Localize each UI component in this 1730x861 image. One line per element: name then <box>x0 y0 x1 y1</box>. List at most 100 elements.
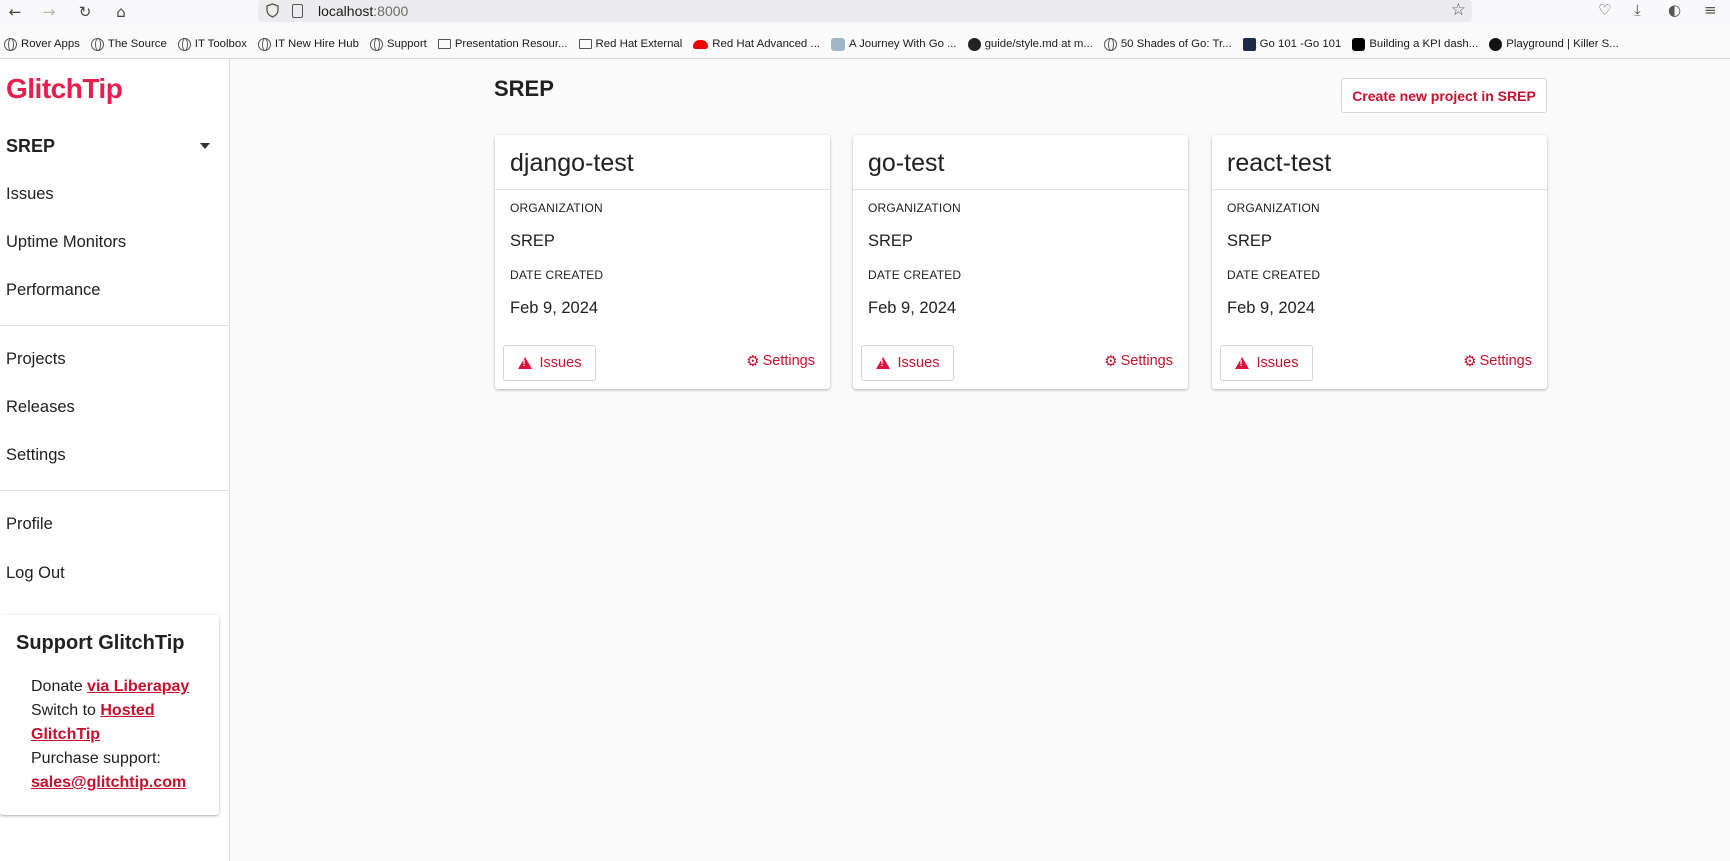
nav-log-out[interactable]: Log Out <box>6 564 65 583</box>
bookmark-item[interactable]: Red Hat Advanced ... <box>693 38 820 50</box>
nav-performance[interactable]: Performance <box>6 281 100 300</box>
home-icon[interactable]: ⌂ <box>110 2 132 22</box>
nav-divider <box>0 325 229 326</box>
issues-button-label: Issues <box>1256 355 1299 371</box>
date-created-label: DATE CREATED <box>510 268 604 282</box>
donate-label: Donate <box>31 678 88 695</box>
date-created-value: Feb 9, 2024 <box>510 299 599 317</box>
organization-label: ORGANIZATION <box>510 201 603 215</box>
bookmark-item[interactable]: Red Hat External <box>578 38 683 50</box>
github-icon <box>967 37 981 51</box>
org-selector[interactable]: SREP <box>6 136 212 157</box>
bookmark-item[interactable]: Building a KPI dash... <box>1352 37 1479 51</box>
project-settings-link[interactable]: ⚙ Settings <box>746 352 815 370</box>
folder-icon <box>578 39 592 49</box>
bookmark-label: Support <box>386 38 427 50</box>
purchase-label: Purchase support: <box>31 750 161 767</box>
menu-icon[interactable]: ≡ <box>1704 1 1717 19</box>
nav-profile[interactable]: Profile <box>6 515 53 534</box>
bookmark-item[interactable]: Rover Apps <box>4 37 80 51</box>
sales-email-link[interactable]: sales@glitchtip.com <box>31 774 186 791</box>
page-title: SREP <box>494 76 554 101</box>
bookmark-label: A Journey With Go ... <box>848 38 957 50</box>
warning-icon <box>1234 357 1249 369</box>
bookmark-label: guide/style.md at m... <box>984 38 1093 50</box>
chevron-down-icon[interactable] <box>200 143 210 149</box>
sidebar: GlitchTip SREP Issues Uptime Monitors Pe… <box>0 59 230 861</box>
nav-divider <box>0 490 229 491</box>
issues-button-label: Issues <box>539 355 582 371</box>
bookmark-item[interactable]: Presentation Resour... <box>437 38 568 50</box>
date-created-label: DATE CREATED <box>1227 268 1321 282</box>
nav-issues[interactable]: Issues <box>6 185 54 204</box>
bookmark-item[interactable]: Playground | Killer S... <box>1489 37 1619 51</box>
project-card: django-test ORGANIZATION SREP DATE CREAT… <box>495 135 830 389</box>
date-created-value: Feb 9, 2024 <box>868 299 957 317</box>
address-bar[interactable]: localhost:8000 ☆ <box>258 0 1472 22</box>
bookmark-label: Building a KPI dash... <box>1369 38 1479 50</box>
bookmark-item[interactable]: A Journey With Go ... <box>830 37 957 51</box>
nav-uptime-monitors[interactable]: Uptime Monitors <box>6 233 126 252</box>
bookmark-item[interactable]: The Source <box>90 37 167 51</box>
date-created-value: Feb 9, 2024 <box>1227 299 1316 317</box>
project-issues-button[interactable]: Issues <box>503 345 596 381</box>
warning-icon <box>875 357 890 369</box>
extension-icon[interactable]: ◐ <box>1668 1 1681 19</box>
project-issues-button[interactable]: Issues <box>1220 345 1313 381</box>
card-divider <box>853 189 1188 190</box>
support-text: Donate via Liberapay Switch to Hosted Gl… <box>31 675 211 795</box>
gopher-icon <box>830 37 845 51</box>
project-card: react-test ORGANIZATION SREP DATE CREATE… <box>1212 135 1547 389</box>
nav-settings[interactable]: Settings <box>6 446 66 465</box>
url-text[interactable]: localhost:8000 <box>318 3 408 19</box>
support-card: Support GlitchTip Donate via Liberapay S… <box>0 615 219 815</box>
download-icon[interactable]: ⤓ <box>1634 1 1641 19</box>
bookmark-star-icon[interactable]: ☆ <box>1451 0 1466 20</box>
chrome-divider <box>0 58 1730 59</box>
project-settings-link[interactable]: ⚙ Settings <box>1463 352 1532 370</box>
organization-label: ORGANIZATION <box>868 201 961 215</box>
bookmark-label: IT Toolbox <box>194 38 247 50</box>
globe-icon <box>257 37 271 51</box>
settings-link-label: Settings <box>762 353 815 369</box>
create-project-button[interactable]: Create new project in SREP <box>1341 78 1547 113</box>
forward-arrow-icon[interactable]: → <box>38 2 60 22</box>
bookmark-item[interactable]: Go 101 -Go 101 <box>1242 37 1341 51</box>
issues-button-label: Issues <box>897 355 940 371</box>
bookmark-item[interactable]: IT Toolbox <box>177 37 247 51</box>
shield-icon[interactable] <box>266 3 279 18</box>
settings-link-label: Settings <box>1479 353 1532 369</box>
nav-projects[interactable]: Projects <box>6 350 66 369</box>
bookmark-label: Presentation Resour... <box>454 38 568 50</box>
reload-icon[interactable]: ↻ <box>74 2 96 22</box>
page-icon <box>292 4 303 18</box>
bookmark-label: The Source <box>107 38 167 50</box>
project-name[interactable]: django-test <box>510 149 634 178</box>
project-issues-button[interactable]: Issues <box>861 345 954 381</box>
project-settings-link[interactable]: ⚙ Settings <box>1104 352 1173 370</box>
bookmark-item[interactable]: IT New Hire Hub <box>257 37 359 51</box>
project-name[interactable]: go-test <box>868 149 944 178</box>
globe-icon <box>1103 37 1117 51</box>
bookmark-label: Rover Apps <box>21 38 80 50</box>
settings-link-label: Settings <box>1120 353 1173 369</box>
pocket-icon[interactable]: ♡ <box>1598 1 1611 19</box>
browser-toolbar: ← → ↻ ⌂ localhost:8000 ☆ ♡ ⤓ ◐ ≡ <box>0 0 1730 24</box>
organization-value: SREP <box>868 232 913 250</box>
warning-icon <box>517 357 532 369</box>
bookmark-item[interactable]: 50 Shades of Go: Tr... <box>1103 37 1232 51</box>
project-name[interactable]: react-test <box>1227 149 1331 178</box>
glitchtip-logo[interactable]: GlitchTip <box>6 73 123 105</box>
bookmark-label: Red Hat External <box>595 38 683 50</box>
back-arrow-icon[interactable]: ← <box>4 2 26 22</box>
bookmark-item[interactable]: Support <box>369 37 427 51</box>
liberapay-link[interactable]: via Liberapay <box>87 678 189 695</box>
bookmark-item[interactable]: guide/style.md at m... <box>967 37 1093 51</box>
organization-value: SREP <box>1227 232 1272 250</box>
bookmark-label: 50 Shades of Go: Tr... <box>1120 38 1232 50</box>
medium-icon <box>1352 37 1366 51</box>
project-card: go-test ORGANIZATION SREP DATE CREATED F… <box>853 135 1188 389</box>
folder-icon <box>437 39 451 49</box>
nav-releases[interactable]: Releases <box>6 398 75 417</box>
bookmark-label: Red Hat Advanced ... <box>712 38 820 50</box>
